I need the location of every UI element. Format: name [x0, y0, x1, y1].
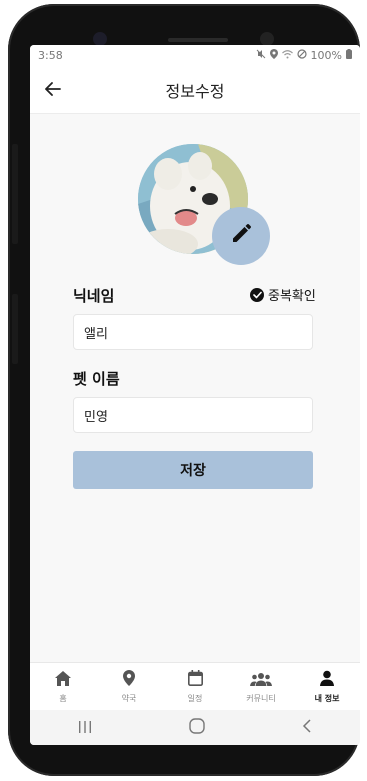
sensor	[93, 32, 107, 46]
wifi-icon	[281, 49, 293, 62]
page-title: 정보수정	[165, 82, 225, 101]
nickname-label: 닉네임	[73, 287, 115, 305]
nav-item-pharmacy[interactable]: 약국	[96, 663, 162, 711]
nav-label: 약국	[121, 694, 137, 703]
status-bar: 3:58 100%	[30, 45, 360, 65]
pet-name-label: 펫 이름	[73, 370, 120, 388]
edit-avatar-button[interactable]	[212, 207, 270, 265]
mute-icon	[256, 49, 266, 62]
nav-label: 커뮤니티	[246, 693, 276, 703]
check-duplicate-button[interactable]: 중복확인	[250, 285, 316, 304]
pencil-icon	[230, 223, 252, 249]
check-duplicate-label: 중복확인	[268, 289, 316, 304]
battery-icon	[346, 48, 352, 62]
app-screen: 3:58 100% 정보수정 닉네임 중복확인 앨리 펫 이름 민영 저장 홈 …	[30, 45, 360, 745]
home-system-button[interactable]	[189, 717, 205, 738]
status-icons: 100%	[256, 48, 352, 62]
chevron-left-icon	[302, 719, 311, 733]
nav-label: 일정	[187, 694, 203, 703]
nav-label: 홈	[59, 693, 67, 703]
circle-home-icon	[189, 717, 205, 734]
nav-label: 내 정보	[314, 694, 340, 703]
nav-item-schedule[interactable]: 일정	[162, 663, 228, 711]
app-header: 정보수정	[30, 65, 360, 114]
pet-name-value: 민영	[84, 409, 108, 425]
volume-button	[12, 144, 18, 244]
battery-level: 100%	[310, 48, 342, 62]
people-icon	[250, 671, 272, 690]
location-icon	[269, 48, 278, 62]
pet-name-input[interactable]: 민영	[73, 397, 313, 433]
status-time: 3:58	[38, 48, 63, 62]
front-camera	[260, 32, 274, 46]
save-button[interactable]: 저장	[73, 451, 313, 489]
recent-apps-icon	[79, 721, 92, 733]
calendar-icon	[187, 670, 203, 690]
back-system-button[interactable]	[302, 718, 312, 737]
person-icon	[319, 670, 335, 690]
recent-apps-button[interactable]	[78, 718, 92, 737]
location-pin-icon	[123, 670, 135, 690]
bottom-navigation: 홈 약국 일정 커뮤니티 내 정보	[30, 662, 360, 711]
earpiece-speaker	[168, 38, 228, 42]
nickname-value: 앨리	[84, 326, 108, 342]
system-navigation	[30, 710, 360, 745]
power-button	[12, 294, 18, 364]
check-circle-icon	[250, 287, 264, 302]
nav-item-community[interactable]: 커뮤니티	[228, 663, 294, 711]
nickname-input[interactable]: 앨리	[73, 314, 313, 350]
nav-item-my-info[interactable]: 내 정보	[294, 663, 360, 711]
nav-item-home[interactable]: 홈	[30, 663, 96, 711]
no-signal-icon	[296, 48, 307, 62]
home-icon	[55, 670, 71, 690]
